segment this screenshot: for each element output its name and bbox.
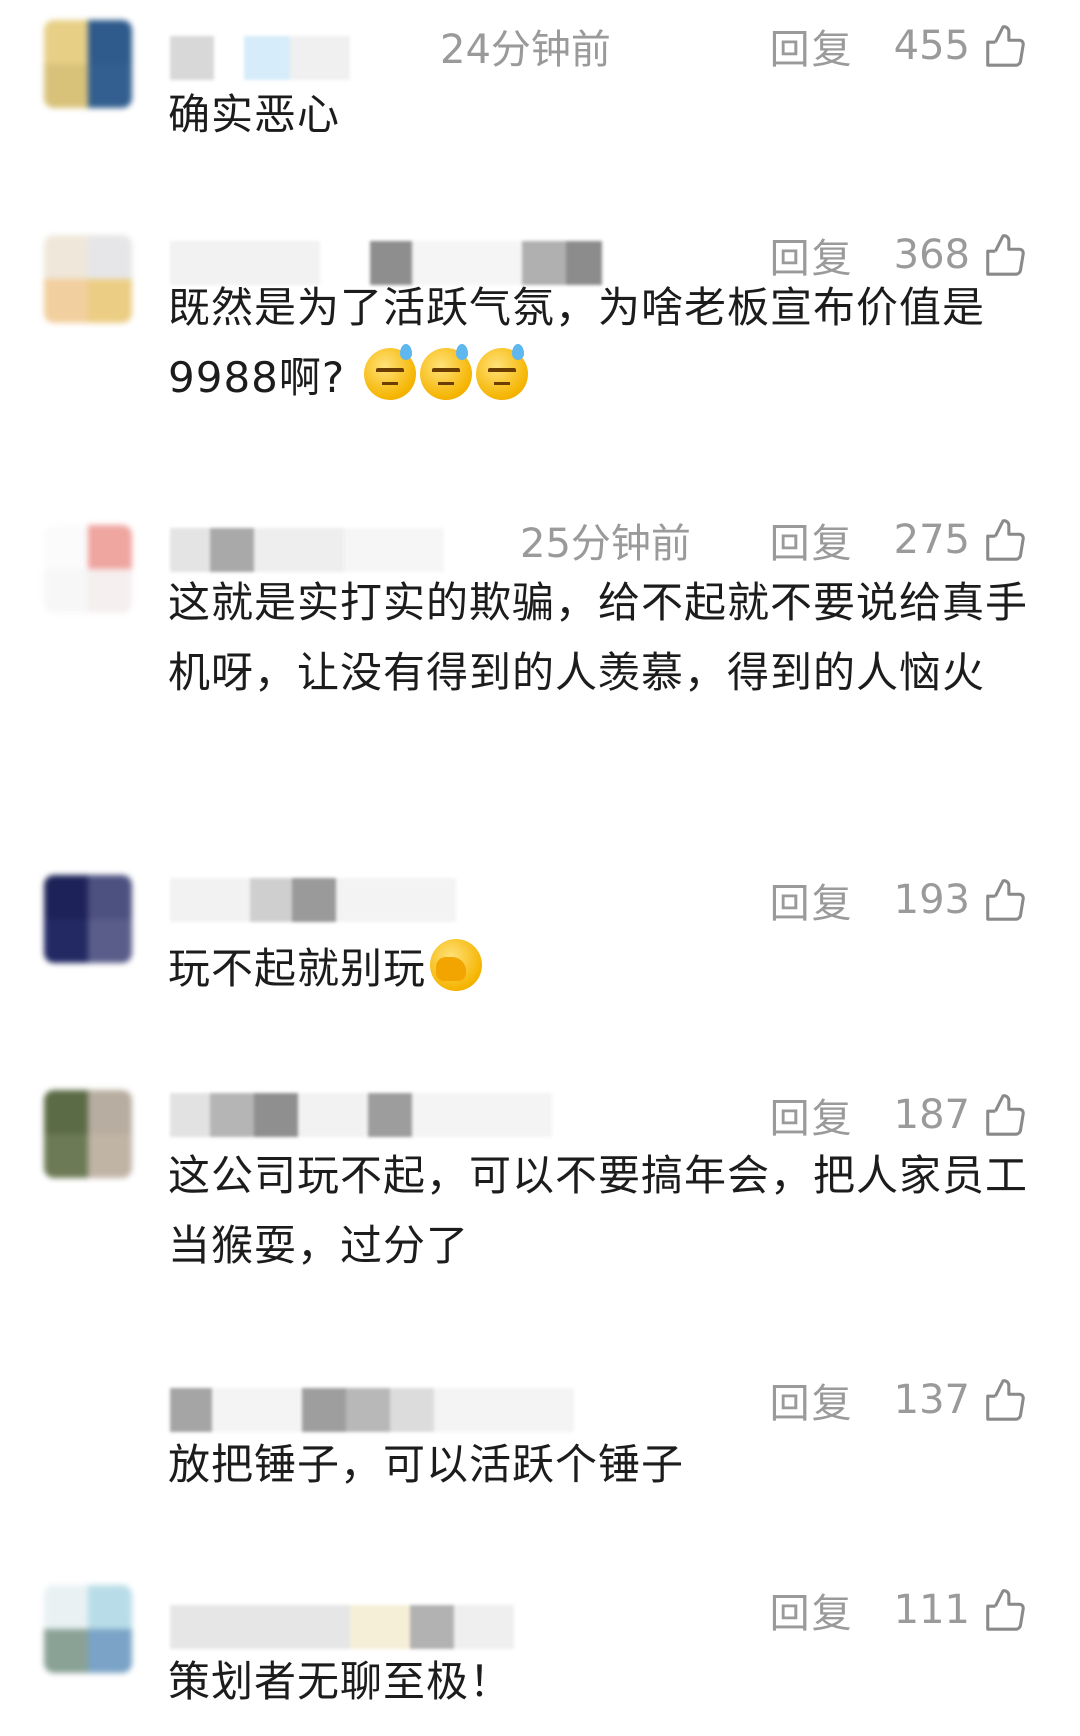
comment-text: 这就是实打实的欺骗，给不起就不要说给真手机呀，让没有得到的人羡慕，得到的人恼火	[168, 578, 1029, 697]
username-blurred[interactable]	[170, 36, 350, 80]
like-count: 137	[893, 1377, 970, 1423]
avatar[interactable]	[44, 1090, 132, 1178]
comment-meta: 回复 455	[770, 16, 1028, 76]
username-blurred[interactable]	[170, 878, 456, 922]
comment-item: 回复 368 既然是为了活跃气氛，为啥老板宣布价值是9988啊?	[0, 215, 1080, 475]
avatar[interactable]	[44, 1585, 132, 1673]
avatar[interactable]	[44, 20, 132, 108]
comment-text: 玩不起就别玩	[168, 944, 427, 993]
sweat-smile-emoji-icon	[363, 344, 416, 400]
comment-feed: 24分钟前 回复 455 确实恶心 回复 368 既然是为了活跃气氛，为啥老板宣…	[0, 0, 1080, 1736]
reply-button[interactable]: 回复	[770, 511, 854, 569]
comment-text: 这公司玩不起，可以不要搞年会，把人家员工当猴耍，过分了	[168, 1151, 1029, 1270]
sweat-smile-emoji-icon	[419, 344, 472, 400]
like-count: 193	[893, 877, 970, 923]
username-blurred[interactable]	[170, 1388, 574, 1432]
comment-text-wrap: 玩不起就别玩	[168, 934, 1028, 1004]
reply-button[interactable]: 回复	[770, 1086, 854, 1144]
comment-text: 既然是为了活跃气氛，为啥老板宣布价值是9988啊?	[168, 283, 986, 402]
comment-item: 回复 193 玩不起就别玩	[0, 870, 1080, 1050]
comment-meta: 回复 275	[770, 510, 1028, 570]
thumbs-up-icon[interactable]	[982, 517, 1028, 563]
like-count: 275	[893, 517, 970, 563]
facepalm-emoji-icon	[430, 939, 483, 991]
comment-time: 24分钟前	[440, 27, 611, 73]
reply-button[interactable]: 回复	[770, 1371, 854, 1429]
reply-button[interactable]: 回复	[770, 17, 854, 75]
username-blurred[interactable]	[170, 528, 444, 572]
comment-meta: 回复 137	[770, 1370, 1028, 1430]
comment-item: 回复 137 放把锤子，可以活跃个锤子	[0, 1370, 1080, 1540]
comment-text: 策划者无聊至极！	[168, 1657, 513, 1706]
comment-text: 放把锤子，可以活跃个锤子	[168, 1440, 685, 1489]
thumbs-up-icon[interactable]	[982, 1587, 1028, 1633]
avatar[interactable]	[44, 525, 132, 613]
like-count: 455	[893, 23, 970, 69]
comment-meta: 回复 193	[770, 870, 1028, 930]
like-count: 187	[893, 1092, 970, 1138]
sweat-smile-emoji-icon	[475, 344, 528, 400]
like-count: 368	[893, 232, 970, 278]
comment-time: 25分钟前	[520, 521, 691, 567]
comment-text-wrap: 既然是为了活跃气氛，为啥老板宣布价值是9988啊?	[168, 273, 1028, 413]
comment-item: 回复 111 策划者无聊至极！	[0, 1585, 1080, 1736]
reply-button[interactable]: 回复	[770, 1581, 854, 1639]
avatar[interactable]	[44, 235, 132, 323]
thumbs-up-icon[interactable]	[982, 877, 1028, 923]
username-blurred[interactable]	[170, 1605, 514, 1649]
thumbs-up-icon[interactable]	[982, 232, 1028, 278]
comment-meta: 回复 111	[770, 1580, 1028, 1640]
comment-item: 回复 187 这公司玩不起，可以不要搞年会，把人家员工当猴耍，过分了	[0, 1085, 1080, 1325]
comment-meta: 回复 187	[770, 1085, 1028, 1145]
thumbs-up-icon[interactable]	[982, 1092, 1028, 1138]
username-blurred[interactable]	[170, 1093, 552, 1137]
comment-item: 24分钟前 回复 455 确实恶心	[0, 0, 1080, 190]
thumbs-up-icon[interactable]	[982, 23, 1028, 69]
like-count: 111	[893, 1587, 970, 1633]
avatar[interactable]	[44, 875, 132, 963]
reply-button[interactable]: 回复	[770, 871, 854, 929]
comment-text: 确实恶心	[168, 90, 341, 139]
comment-item: 25分钟前 回复 275 这就是实打实的欺骗，给不起就不要说给真手机呀，让没有得…	[0, 517, 1080, 810]
thumbs-up-icon[interactable]	[982, 1377, 1028, 1423]
